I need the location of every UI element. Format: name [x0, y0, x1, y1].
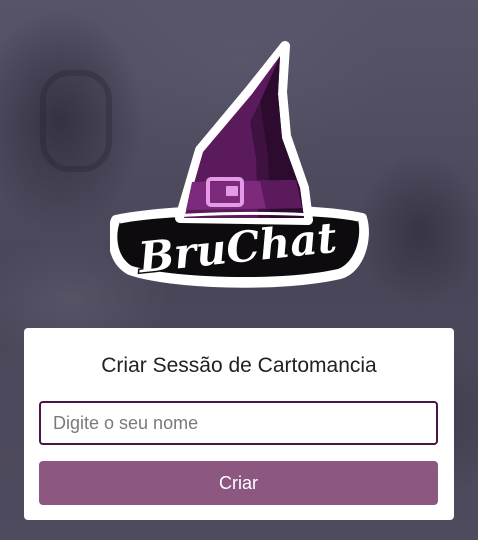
create-button[interactable]: Criar [39, 461, 438, 505]
card-title: Criar Sessão de Cartomancia [101, 354, 377, 377]
bruchat-logo: BruChat [110, 41, 369, 288]
background-decoration [40, 70, 112, 172]
name-input[interactable] [39, 401, 438, 445]
login-card: Criar Sessão de Cartomancia Criar [24, 328, 454, 520]
